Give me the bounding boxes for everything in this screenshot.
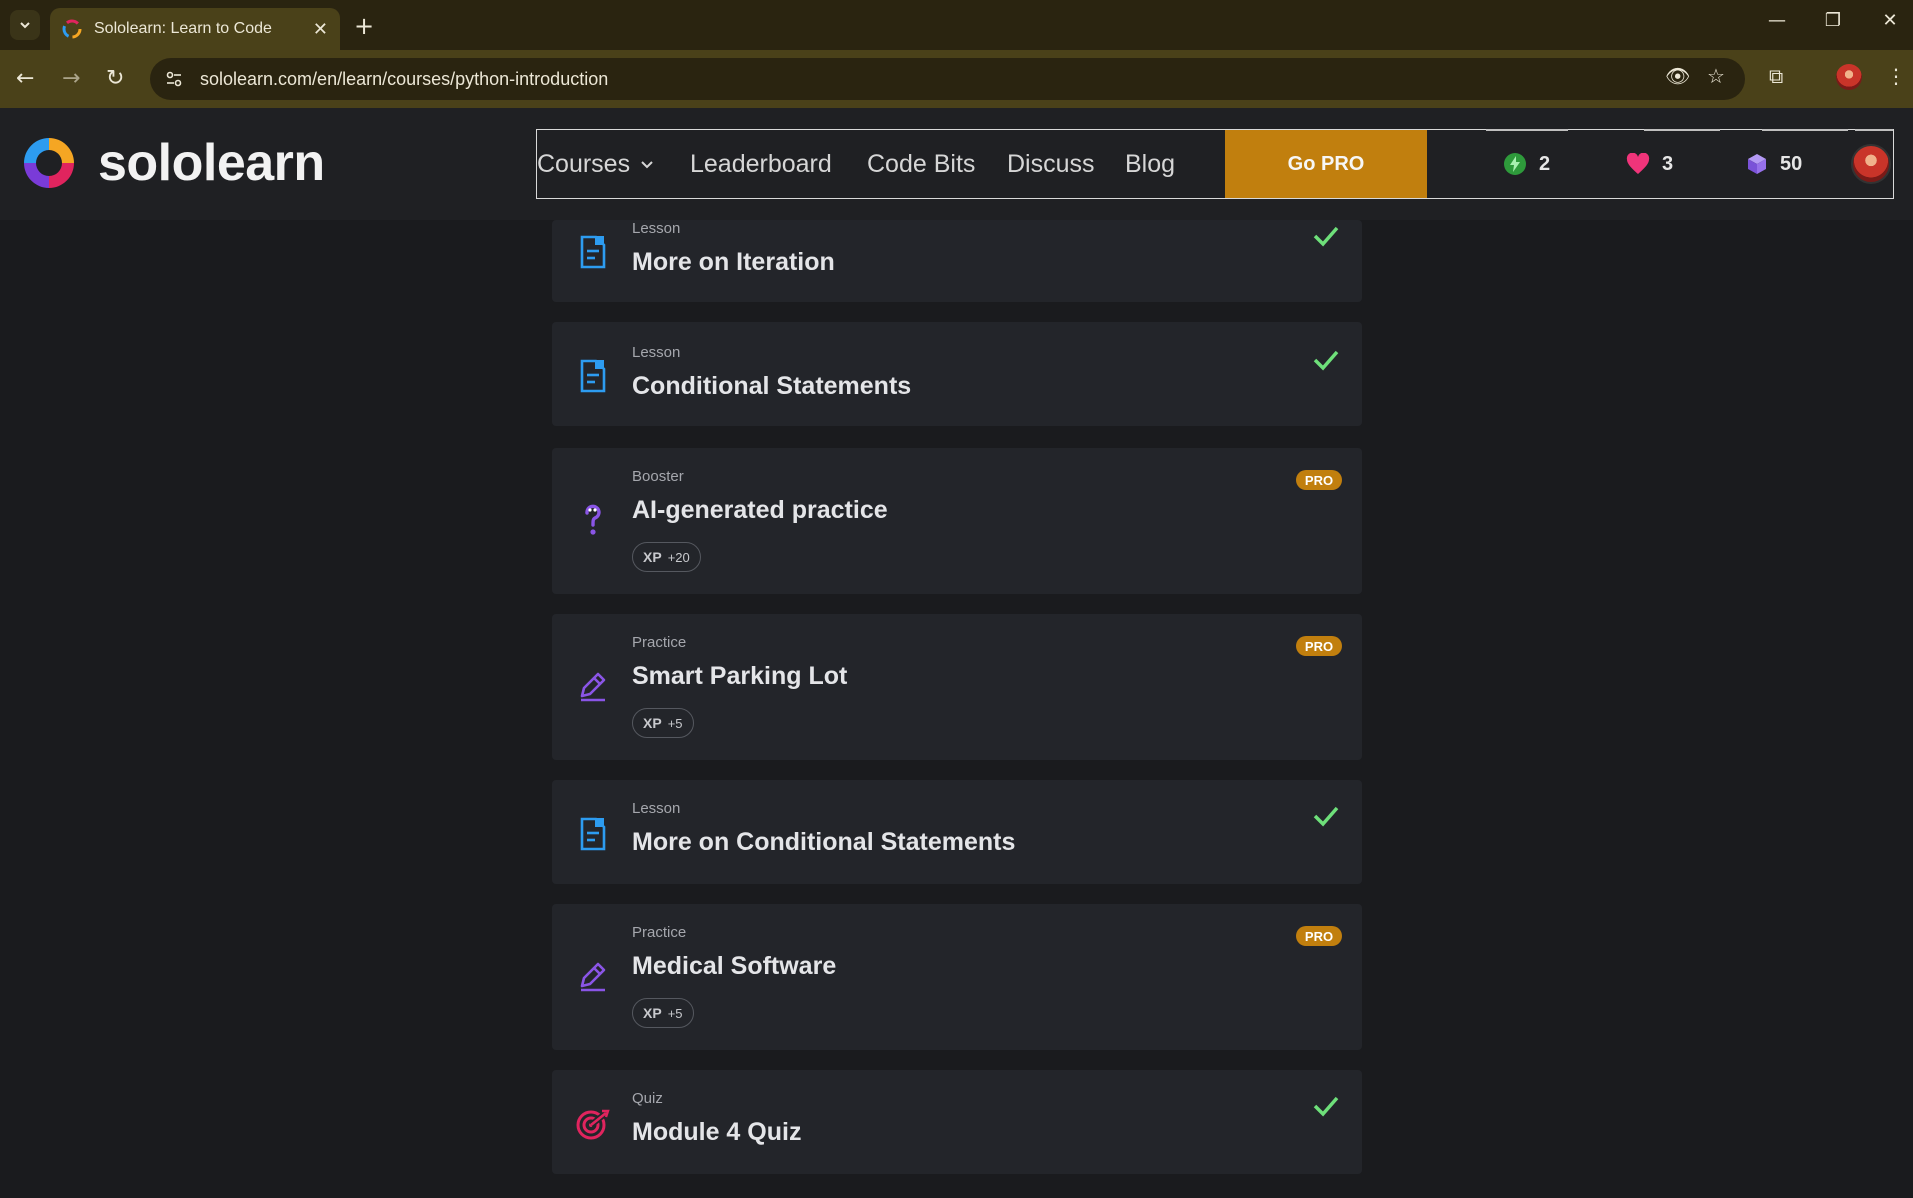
- close-tab-icon[interactable]: ✕: [313, 19, 328, 40]
- sololearn-logo-icon: [24, 138, 74, 188]
- hearts-count: 3: [1662, 152, 1674, 175]
- hearts-counter[interactable]: 3: [1626, 130, 1673, 198]
- item-type-label: Quiz: [632, 1090, 663, 1107]
- item-type-label: Lesson: [632, 800, 681, 817]
- pro-badge: PRO: [1296, 926, 1342, 946]
- list-item[interactable]: Lesson More on Iteration: [552, 220, 1362, 302]
- browser-tab-bar: Sololearn: Learn to Code ✕ + — ❐ ✕: [0, 0, 1913, 50]
- user-avatar[interactable]: [1851, 144, 1891, 184]
- profile-avatar[interactable]: [1836, 64, 1862, 90]
- new-tab-button[interactable]: +: [354, 12, 374, 40]
- pro-badge: PRO: [1296, 470, 1342, 490]
- item-type-label: Lesson: [632, 344, 681, 361]
- browser-tab-active[interactable]: Sololearn: Learn to Code ✕: [50, 8, 340, 50]
- xp-chip: XP +5: [632, 998, 694, 1028]
- checkmark-icon: [1313, 226, 1339, 247]
- browser-toolbar: ← → ↻ sololearn.com/en/learn/courses/pyt…: [0, 50, 1913, 108]
- question-icon: [576, 500, 610, 540]
- forward-icon[interactable]: →: [62, 66, 80, 91]
- gems-count: 50: [1780, 152, 1803, 175]
- list-item[interactable]: Quiz Module 4 Quiz: [552, 1070, 1362, 1174]
- item-title: Smart Parking Lot: [632, 662, 848, 690]
- address-bar[interactable]: sololearn.com/en/learn/courses/python-in…: [150, 58, 1745, 100]
- menu-dots-icon[interactable]: ⋮: [1886, 64, 1906, 88]
- streak-bolt-icon: [1504, 153, 1526, 175]
- divider: [1855, 129, 1893, 131]
- streak-counter[interactable]: 2: [1503, 130, 1550, 198]
- item-title: More on Conditional Statements: [632, 828, 1016, 856]
- tab-search-button[interactable]: [10, 10, 40, 40]
- item-type-label: Lesson: [632, 220, 681, 237]
- item-type-label: Practice: [632, 924, 687, 941]
- sololearn-favicon-icon: [62, 19, 82, 39]
- xp-label: XP: [643, 549, 662, 565]
- pencil-icon: [576, 666, 610, 706]
- pencil-icon: [576, 956, 610, 996]
- list-item[interactable]: Lesson More on Conditional Statements: [552, 780, 1362, 884]
- list-item[interactable]: Practice Medical Software PRO XP +5: [552, 904, 1362, 1050]
- logo-text: sololearn: [98, 134, 325, 192]
- xp-value: +5: [667, 1005, 683, 1021]
- nav-blog[interactable]: Blog: [1125, 130, 1175, 198]
- streak-count: 2: [1539, 152, 1551, 175]
- tab-title: Sololearn: Learn to Code: [94, 20, 272, 37]
- xp-chip: XP +20: [632, 542, 701, 572]
- site-info-icon[interactable]: [164, 69, 184, 89]
- lesson-icon: [576, 356, 610, 396]
- item-title: AI-generated practice: [632, 496, 888, 524]
- list-item[interactable]: Booster AI-generated practice PRO XP +20: [552, 448, 1362, 594]
- extensions-icon[interactable]: ⧉: [1769, 64, 1783, 88]
- bookmark-star-icon[interactable]: ☆: [1707, 64, 1725, 88]
- nav-leaderboard[interactable]: Leaderboard: [690, 130, 832, 198]
- lesson-icon: [576, 814, 610, 854]
- lesson-icon: [576, 232, 610, 272]
- restore-button[interactable]: ❐: [1813, 10, 1853, 31]
- list-item[interactable]: Practice Smart Parking Lot PRO XP +5: [552, 614, 1362, 760]
- eye-icon[interactable]: 👁: [1665, 64, 1690, 88]
- minimize-button[interactable]: —: [1757, 10, 1797, 31]
- item-title: Module 4 Quiz: [632, 1118, 802, 1146]
- item-title: More on Iteration: [632, 248, 835, 276]
- go-pro-button[interactable]: Go PRO: [1225, 130, 1427, 198]
- pro-badge: PRO: [1296, 636, 1342, 656]
- gem-cube-icon: [1748, 154, 1766, 174]
- chevron-down-icon: [641, 161, 653, 169]
- nav-courses[interactable]: Courses: [537, 130, 656, 198]
- url-text: sololearn.com/en/learn/courses/python-in…: [200, 68, 609, 89]
- gems-counter[interactable]: 50: [1746, 130, 1802, 198]
- checkmark-icon: [1313, 806, 1339, 827]
- back-icon[interactable]: ←: [16, 66, 34, 91]
- reload-icon[interactable]: ↻: [106, 66, 124, 91]
- chevron-down-icon: [20, 22, 30, 29]
- sololearn-logo[interactable]: sololearn: [18, 132, 325, 194]
- site-header: sololearn Courses Leaderboard Code Bits …: [0, 108, 1913, 220]
- item-title: Medical Software: [632, 952, 837, 980]
- checkmark-icon: [1313, 350, 1339, 371]
- nav-code-bits[interactable]: Code Bits: [867, 130, 975, 198]
- heart-icon: [1626, 153, 1650, 174]
- close-window-button[interactable]: ✕: [1870, 10, 1910, 31]
- target-icon: [576, 1104, 610, 1144]
- item-type-label: Booster: [632, 468, 684, 485]
- list-item[interactable]: Lesson Conditional Statements: [552, 322, 1362, 426]
- nav-courses-label: Courses: [537, 149, 631, 178]
- xp-label: XP: [643, 1005, 662, 1021]
- item-type-label: Practice: [632, 634, 687, 651]
- xp-label: XP: [643, 715, 662, 731]
- xp-chip: XP +5: [632, 708, 694, 738]
- checkmark-icon: [1313, 1096, 1339, 1117]
- item-title: Conditional Statements: [632, 372, 912, 400]
- xp-value: +20: [667, 549, 690, 565]
- xp-value: +5: [667, 715, 683, 731]
- main-nav: Courses Leaderboard Code Bits Discuss Bl…: [536, 129, 1894, 199]
- nav-discuss[interactable]: Discuss: [1007, 130, 1095, 198]
